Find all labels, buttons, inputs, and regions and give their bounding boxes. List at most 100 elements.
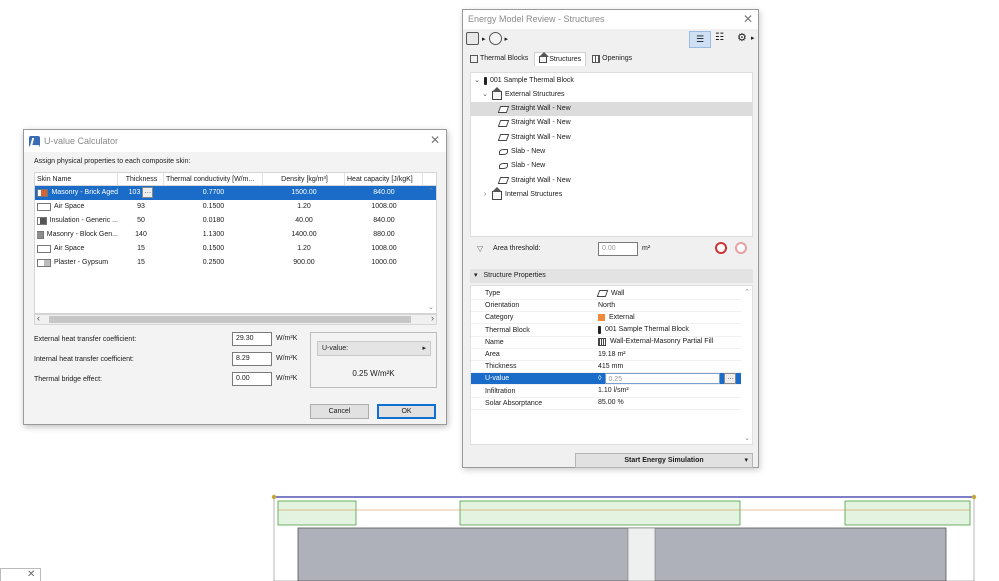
column-header[interactable]: Heat capacity [J/kgK] (345, 173, 423, 185)
scroll-up-icon[interactable]: ⌃ (428, 187, 434, 195)
chevron-right-icon[interactable]: › (481, 188, 489, 202)
uvalue-field[interactable]: 0.25 (605, 373, 721, 385)
external-coefficient-input[interactable]: 29.30 (232, 332, 272, 346)
skin-swatch-icon[interactable] (37, 189, 49, 197)
density-cell[interactable]: 1.20 (263, 200, 345, 214)
tree-node-thermal-block[interactable]: ⌄ 001 Sample Thermal Block (473, 74, 574, 88)
heat-capacity-cell[interactable]: 1008.00 (345, 200, 423, 214)
heat-capacity-cell[interactable]: 840.00 (345, 186, 423, 200)
table-row[interactable]: Masonry - Brick Aged 103… 0.7700 1500.00 840… (35, 186, 436, 200)
column-header[interactable]: Skin Name (35, 173, 118, 185)
chevron-down-icon[interactable]: ⌄ (481, 88, 489, 102)
more-options-button[interactable]: … (142, 187, 154, 198)
tab-structures[interactable]: Structures (534, 52, 587, 66)
table-row[interactable]: Masonry - Block Gen... 140 1.1300 1400.00 88… (35, 228, 436, 242)
heat-capacity-cell[interactable]: 880.00 (345, 228, 423, 242)
density-cell[interactable]: 40.00 (263, 214, 345, 228)
tree-item-structure[interactable]: Slab - New (471, 159, 752, 173)
table-row[interactable]: Air Space 93 0.1500 1.20 1008.00 (35, 200, 436, 214)
density-cell[interactable]: 1500.00 (263, 186, 345, 200)
heat-capacity-cell[interactable]: 840.00 (345, 214, 423, 228)
skin-swatch-icon[interactable] (37, 217, 47, 225)
node-marker[interactable] (971, 494, 977, 500)
conductivity-cell[interactable]: 0.7700 (164, 186, 263, 200)
more-options-button[interactable]: … (724, 373, 737, 385)
tree-item-structure[interactable]: Slab - New (471, 145, 752, 159)
density-cell[interactable]: 1.20 (263, 242, 345, 256)
property-row[interactable]: U-value ◊ 0.25… (471, 373, 741, 386)
refresh-icon[interactable] (715, 242, 727, 254)
tree-view-icon[interactable]: ☰ (689, 31, 711, 48)
tree-item-structure[interactable]: Straight Wall - New (471, 102, 752, 116)
skin-swatch-icon[interactable] (36, 231, 44, 239)
tree-node-internal[interactable]: › Internal Structures (481, 186, 562, 202)
tree-item-structure[interactable]: Straight Wall - New (471, 116, 752, 130)
thermal-bridge-input[interactable]: 0.00 (232, 372, 272, 386)
chevron-right-icon[interactable]: ▸ (751, 34, 755, 42)
node-marker[interactable] (271, 494, 277, 500)
property-row[interactable]: Name Wall-External-Masonry Partial Fill (471, 337, 741, 349)
skin-swatch-icon[interactable] (37, 203, 51, 211)
chevron-right-icon[interactable]: ▸ (482, 35, 486, 43)
table-row[interactable]: Plaster - Gypsum 15 0.2500 900.00 1000.00 (35, 256, 436, 270)
list-view-icon[interactable]: ☷ (715, 32, 724, 43)
structure-properties-header[interactable]: ▾ Structure Properties (470, 269, 753, 283)
thickness-cell[interactable]: 50 (118, 214, 164, 228)
area-threshold-input[interactable]: 0.00 (598, 242, 638, 256)
property-row[interactable]: Type Wall (471, 288, 741, 300)
scroll-down-icon[interactable]: ⌄ (428, 303, 434, 311)
close-icon[interactable]: ✕ (27, 569, 35, 580)
density-cell[interactable]: 900.00 (263, 256, 345, 270)
thickness-cell[interactable]: 93 (118, 200, 164, 214)
conductivity-cell[interactable]: 0.0180 (164, 214, 263, 228)
column-header[interactable]: Thickness (118, 173, 164, 185)
thickness-cell[interactable]: 103… (118, 186, 164, 200)
chevron-right-icon[interactable]: ▸ (505, 35, 509, 43)
tree-node-external[interactable]: ⌄ External Structures (481, 86, 565, 102)
tree-item-structure[interactable]: Straight Wall - New (471, 174, 752, 188)
conductivity-cell[interactable]: 0.2500 (164, 256, 263, 270)
column-header[interactable]: Density [kg/m³] (263, 173, 345, 185)
property-row[interactable]: Area 19.18 m² (471, 349, 741, 361)
property-row[interactable]: Solar Absorptance 85.00 % (471, 398, 741, 410)
report-icon[interactable] (488, 32, 502, 45)
conductivity-cell[interactable]: 0.1500 (164, 200, 263, 214)
property-row[interactable]: Category External (471, 312, 741, 325)
thickness-cell[interactable]: 15 (118, 242, 164, 256)
column-header[interactable]: Thermal conductivity [W/m... (164, 173, 263, 185)
tree-item-structure[interactable]: Straight Wall - New (471, 131, 752, 145)
thickness-cell[interactable]: 15 (118, 256, 164, 270)
thickness-cell[interactable]: 140 (118, 228, 164, 242)
close-icon[interactable]: ✕ (743, 12, 753, 26)
uvalue-dropdown[interactable]: U-value: ▸ (317, 341, 431, 356)
clear-icon[interactable] (735, 242, 747, 254)
table-row[interactable]: Air Space 15 0.1500 1.20 1008.00 (35, 242, 436, 256)
property-row[interactable]: Orientation North (471, 300, 741, 313)
property-row[interactable]: Infiltration 1.10 l/sm² (471, 386, 741, 398)
scroll-left-icon[interactable]: ‹ (37, 313, 40, 323)
density-cell[interactable]: 1400.00 (263, 228, 345, 242)
scroll-down-icon[interactable]: ⌄ (744, 434, 750, 442)
dropdown-arrow-icon[interactable]: ▾ (744, 454, 748, 467)
conductivity-cell[interactable]: 0.1500 (164, 242, 263, 256)
property-row[interactable]: Thickness 415 mm (471, 361, 741, 374)
internal-coefficient-input[interactable]: 8.29 (232, 352, 272, 366)
close-icon[interactable]: ✕ (430, 133, 440, 147)
chevron-down-icon[interactable]: ⌄ (473, 74, 481, 88)
scroll-right-icon[interactable]: › (431, 313, 434, 323)
cancel-button[interactable]: Cancel (310, 404, 369, 419)
conductivity-cell[interactable]: 1.1300 (164, 228, 263, 242)
heat-capacity-cell[interactable]: 1000.00 (345, 256, 423, 270)
scrollbar-thumb[interactable] (49, 316, 411, 323)
table-row[interactable]: Insulation - Generic ... 50 0.0180 40.00 840… (35, 214, 436, 228)
scroll-up-icon[interactable]: ⌃ (744, 288, 750, 296)
gear-icon[interactable]: ⚙ (737, 31, 747, 44)
horizontal-scrollbar[interactable]: ‹ › (34, 313, 437, 325)
property-row[interactable]: Thermal Block 001 Sample Thermal Block (471, 325, 741, 337)
property-value[interactable]: ◊ 0.25… (598, 373, 737, 385)
tab-openings[interactable]: Openings (588, 52, 636, 66)
skin-swatch-icon[interactable] (37, 245, 51, 253)
heat-capacity-cell[interactable]: 1008.00 (345, 242, 423, 256)
camera-icon[interactable] (466, 32, 479, 45)
ok-button[interactable]: OK (377, 404, 436, 419)
